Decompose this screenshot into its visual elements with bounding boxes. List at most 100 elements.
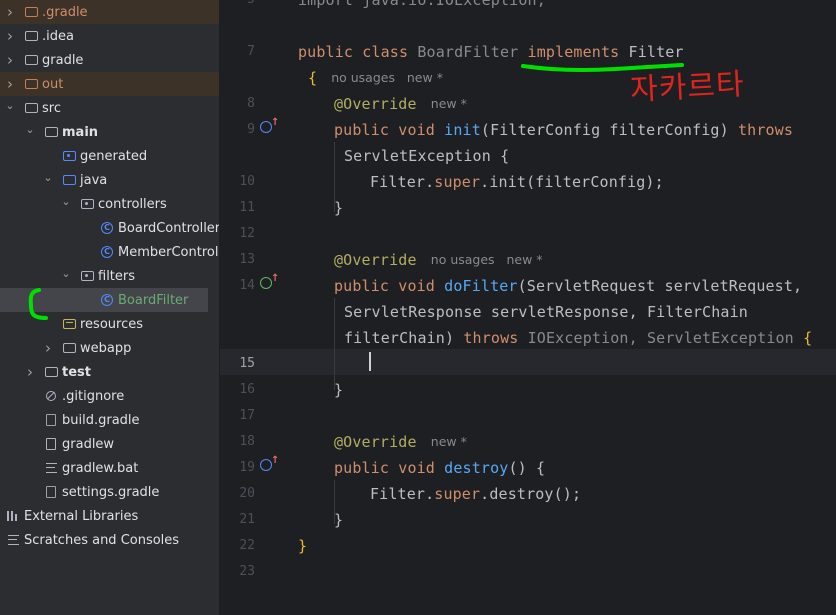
line-number: 22 — [239, 538, 255, 553]
chevron-down-icon[interactable]: ⌄ — [4, 99, 16, 112]
tree-item-label: gradle — [42, 52, 84, 68]
chevron-right-icon[interactable]: › — [4, 3, 16, 21]
indent-guide — [334, 480, 335, 524]
code-line[interactable]: public void init(FilterConfig filterConf… — [334, 117, 793, 143]
tree-item-idea[interactable]: › .idea — [0, 24, 219, 48]
tree-item-src[interactable]: ⌄ src — [0, 96, 219, 120]
tree-item-out[interactable]: › out — [0, 72, 219, 96]
code-token: public — [334, 121, 399, 139]
chevron-right-icon[interactable]: › — [24, 363, 36, 381]
code-line[interactable]: } — [334, 377, 343, 403]
tree-item-gitignore[interactable]: .gitignore — [0, 384, 219, 408]
handwritten-note: 자카르타 — [629, 67, 746, 108]
code-line[interactable]: Filter.super.init(filterConfig); — [370, 169, 664, 195]
code-token: import java.io.IOException; — [298, 0, 546, 9]
line-number: 17 — [239, 408, 255, 423]
indent-guide — [334, 142, 335, 212]
code-token: void — [398, 121, 445, 139]
package-icon — [79, 196, 95, 212]
chevron-down-icon[interactable]: ⌄ — [60, 267, 72, 280]
code-line[interactable]: } — [334, 195, 343, 221]
code-line[interactable]: ServletResponse servletResponse, FilterC… — [344, 299, 748, 325]
tree-item-test[interactable]: › test — [0, 360, 219, 384]
tree-item-label: BoardFilter — [118, 292, 189, 308]
libraries-icon — [5, 508, 21, 524]
tree-item-label: filters — [98, 268, 136, 284]
excluded-folder-icon — [23, 4, 39, 20]
line-number: 18 — [239, 434, 255, 449]
code-line[interactable]: } — [298, 533, 307, 559]
tree-item-build-gradle[interactable]: build.gradle — [0, 408, 219, 432]
gradle-file-icon — [43, 484, 59, 500]
code-token: } — [298, 537, 308, 555]
tree-item-controllers[interactable]: ⌄ controllers — [0, 192, 219, 216]
generated-folder-icon — [61, 148, 77, 164]
code-editor[interactable]: 5 7 8 9 10 11 12 13 14 15 16 17 18 19 20 21 22 23 import … — [220, 0, 836, 615]
code-line[interactable]: import java.io.IOException; — [298, 0, 546, 13]
inlay-usage-hint[interactable]: no usages new * — [431, 247, 543, 273]
code-line[interactable]: filterChain) throws IOException, Servlet… — [344, 325, 812, 351]
line-number: 7 — [247, 44, 255, 59]
code-line[interactable]: public void destroy() { — [334, 455, 545, 481]
tree-item-generated[interactable]: generated — [0, 144, 219, 168]
code-token: .destroy(); — [480, 485, 582, 503]
code-token: @Override — [334, 251, 417, 269]
inlay-usage-hint[interactable]: no usages new * — [331, 65, 443, 91]
code-token: } — [334, 199, 344, 217]
chevron-right-icon[interactable]: › — [4, 51, 16, 69]
java-class-icon: C — [99, 292, 115, 308]
tree-item-filters[interactable]: ⌄ filters — [0, 264, 219, 288]
code-token: init — [444, 121, 481, 139]
code-line[interactable]: public void doFilter(ServletRequest serv… — [334, 273, 802, 299]
chevron-right-icon[interactable]: › — [4, 27, 16, 45]
tree-item-membercontroller[interactable]: CMemberController — [0, 240, 219, 264]
tree-item-label: BoardController — [118, 220, 219, 236]
line-number: 12 — [239, 226, 255, 241]
tree-item-label: build.gradle — [62, 412, 140, 428]
tree-item-label: .gradle — [42, 4, 88, 20]
code-token: ServletResponse servletResponse, FilterC… — [344, 303, 748, 321]
java-class-icon: C — [99, 220, 115, 236]
code-line[interactable]: ServletException { — [344, 143, 509, 169]
tree-item-external-libraries[interactable]: External Libraries — [0, 504, 219, 528]
inlay-usage-hint[interactable]: new * — [431, 429, 467, 455]
tree-item-label: .gitignore — [62, 388, 125, 404]
inlay-usage-hint[interactable]: new * — [431, 91, 467, 117]
folder-icon — [61, 340, 77, 356]
code-line[interactable]: { — [308, 65, 317, 91]
code-line[interactable]: @Override — [334, 429, 417, 455]
code-token: public — [334, 459, 399, 477]
code-token: .init(filterConfig); — [480, 173, 664, 191]
green-bracket-mark — [28, 288, 48, 320]
chevron-right-icon[interactable]: › — [4, 75, 16, 93]
chevron-down-icon[interactable]: ⌄ — [42, 171, 54, 184]
tree-item-webapp[interactable]: › webapp — [0, 336, 219, 360]
line-number: 19 — [239, 460, 255, 475]
tree-item-label: Scratches and Consoles — [24, 532, 180, 548]
tree-item-scratches-and-consoles[interactable]: Scratches and Consoles — [0, 528, 219, 552]
tree-item-main[interactable]: ⌄ main — [0, 120, 219, 144]
code-line[interactable]: @Override — [334, 247, 417, 273]
code-line[interactable]: @Override — [334, 91, 417, 117]
tree-item-boardcontroller[interactable]: C BoardController — [0, 216, 219, 240]
code-token: (ServletRequest servletRequest, — [517, 277, 803, 295]
text-caret — [369, 352, 371, 371]
chevron-down-icon[interactable]: ⌄ — [24, 123, 36, 136]
code-line[interactable]: Filter.super.destroy(); — [370, 481, 581, 507]
tree-item-gradle[interactable]: › .gradle — [0, 0, 219, 24]
package-icon — [79, 268, 95, 284]
tree-item-gradlew[interactable]: gradlew — [0, 432, 219, 456]
line-number: 23 — [239, 564, 255, 579]
tree-item-label: main — [62, 124, 99, 140]
tree-item-settings-gradle[interactable]: settings.gradle — [0, 480, 219, 504]
chevron-right-icon[interactable]: › — [42, 339, 54, 357]
chevron-down-icon[interactable]: ⌄ — [60, 195, 72, 208]
override-arrow-icon: ↑ — [271, 455, 280, 466]
tree-item-gradle[interactable]: › gradle — [0, 48, 219, 72]
tree-item-java[interactable]: ⌄ java — [0, 168, 219, 192]
tree-item-gradlew-bat[interactable]: gradlew.bat — [0, 456, 219, 480]
tree-item-label: test — [62, 364, 91, 380]
folder-icon — [43, 124, 59, 140]
code-line[interactable]: } — [334, 507, 343, 533]
code-token: filterChain) — [344, 329, 464, 347]
